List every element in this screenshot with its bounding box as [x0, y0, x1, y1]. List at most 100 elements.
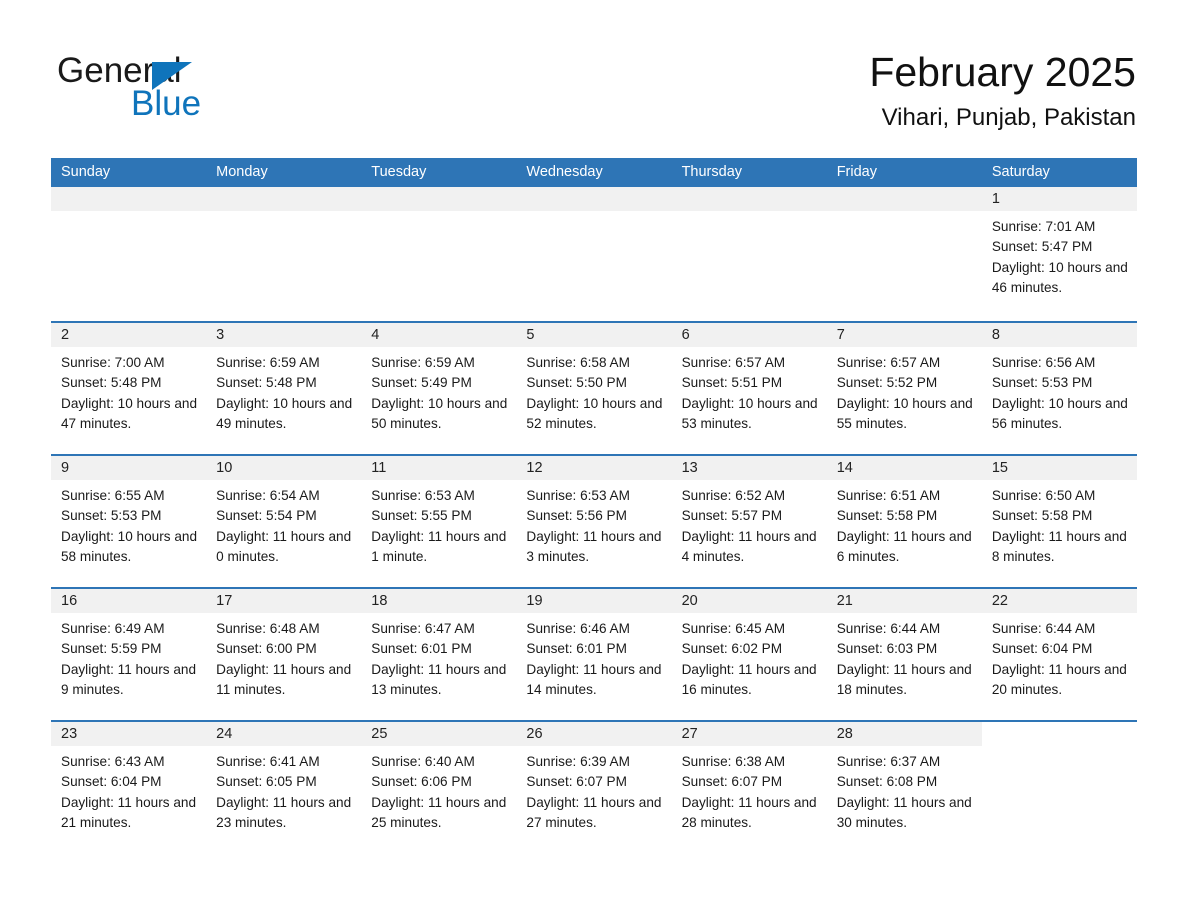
sunset-text: Sunset: 6:07 PM	[526, 774, 627, 790]
sunrise-text: Sunrise: 6:53 AM	[371, 488, 475, 503]
calendar-day-cell[interactable]: 16 Sunrise: 6:49 AM Sunset: 5:59 PM Dayligh…	[51, 589, 207, 720]
sunrise-text: Sunrise: 6:52 AM	[681, 488, 786, 503]
day-number: 18	[361, 589, 517, 613]
sunset-text: Sunset: 5:56 PM	[526, 508, 627, 524]
sunrise-text: Sunrise: 7:00 AM	[61, 355, 165, 370]
calendar-empty-cell	[361, 187, 517, 321]
day-number: 16	[51, 589, 207, 613]
daylight-text: Daylight: 10 hours and 50 minutes.	[371, 395, 508, 431]
calendar-day-cell[interactable]: 6 Sunrise: 6:57 AM Sunset: 5:51 PM Daylight…	[671, 323, 827, 454]
calendar-page: General Blue February 2025 Vihari, Punja…	[0, 0, 1188, 918]
sunset-text: Sunset: 5:51 PM	[681, 375, 783, 391]
day-number: 13	[671, 456, 827, 480]
day-details: Sunrise: 6:47 AM Sunset: 6:01 PM Daylight:…	[361, 613, 516, 700]
calendar-grid: Sunday Monday Tuesday Wednesday Thursday…	[51, 158, 1137, 853]
daylight-text: Daylight: 11 hours and 18 minutes.	[836, 661, 972, 697]
day-number: 8	[981, 323, 1137, 347]
day-number: 24	[206, 722, 362, 746]
day-number	[206, 187, 362, 211]
calendar-day-cell[interactable]: 19 Sunrise: 6:46 AM Sunset: 6:01 PM Dayligh…	[516, 589, 672, 720]
sunset-text: Sunset: 6:01 PM	[371, 641, 472, 657]
calendar-day-cell[interactable]: 22 Sunrise: 6:44 AM Sunset: 6:04 PM Dayligh…	[981, 589, 1137, 720]
sunrise-text: Sunrise: 6:53 AM	[526, 488, 630, 503]
day-number: 5	[516, 323, 672, 347]
calendar-day-cell[interactable]: 27 Sunrise: 6:38 AM Sunset: 6:07 PM Dayligh…	[671, 722, 827, 853]
daylight-text: Daylight: 11 hours and 14 minutes.	[526, 661, 662, 697]
daylight-text: Daylight: 10 hours and 49 minutes.	[216, 395, 353, 431]
sunrise-text: Sunrise: 6:59 AM	[216, 355, 320, 370]
calendar-day-cell[interactable]: 13 Sunrise: 6:52 AM Sunset: 5:57 PM Dayligh…	[671, 456, 827, 587]
day-number: 1	[981, 187, 1137, 211]
sunset-text: Sunset: 6:08 PM	[836, 774, 938, 790]
sunset-text: Sunset: 6:00 PM	[216, 641, 317, 657]
sunset-text: Sunset: 5:55 PM	[371, 508, 472, 524]
day-number: 14	[826, 456, 982, 480]
calendar-day-cell[interactable]: 15 Sunrise: 6:50 AM Sunset: 5:58 PM Dayligh…	[981, 456, 1137, 587]
calendar-day-cell[interactable]: 10 Sunrise: 6:54 AM Sunset: 5:54 PM Dayligh…	[206, 456, 362, 587]
calendar-day-cell[interactable]: 26 Sunrise: 6:39 AM Sunset: 6:07 PM Dayligh…	[516, 722, 672, 853]
daylight-text: Daylight: 11 hours and 13 minutes.	[371, 661, 507, 697]
sunset-text: Sunset: 5:47 PM	[991, 239, 1093, 255]
calendar-day-cell[interactable]: 2 Sunrise: 7:00 AM Sunset: 5:48 PM Daylight…	[51, 323, 207, 454]
calendar-day-cell[interactable]: 8 Sunrise: 6:56 AM Sunset: 5:53 PM Daylight…	[981, 323, 1137, 454]
day-details: Sunrise: 6:55 AM Sunset: 5:53 PM Daylight:…	[51, 480, 206, 567]
calendar-day-cell[interactable]: 14 Sunrise: 6:51 AM Sunset: 5:58 PM Dayligh…	[826, 456, 982, 587]
day-number: 23	[51, 722, 207, 746]
daylight-text: Daylight: 10 hours and 52 minutes.	[526, 395, 663, 431]
sunrise-text: Sunrise: 6:47 AM	[371, 621, 475, 636]
calendar-day-cell[interactable]: 9 Sunrise: 6:55 AM Sunset: 5:53 PM Daylight…	[51, 456, 207, 587]
daylight-text: Daylight: 10 hours and 53 minutes.	[681, 395, 818, 431]
daylight-text: Daylight: 11 hours and 8 minutes.	[991, 528, 1127, 564]
daylight-text: Daylight: 10 hours and 47 minutes.	[61, 395, 198, 431]
calendar-day-cell[interactable]: 24 Sunrise: 6:41 AM Sunset: 6:05 PM Dayligh…	[206, 722, 362, 853]
day-details: Sunrise: 6:59 AM Sunset: 5:49 PM Daylight:…	[361, 347, 516, 434]
sunset-text: Sunset: 6:02 PM	[681, 641, 783, 657]
calendar-week-row: 1 Sunrise: 7:01 AM Sunset: 5:47 PM Daylight…	[51, 187, 1137, 321]
sunset-text: Sunset: 5:49 PM	[371, 375, 472, 391]
sunrise-text: Sunrise: 6:41 AM	[216, 754, 320, 769]
sunrise-text: Sunrise: 6:40 AM	[371, 754, 475, 769]
sunset-text: Sunset: 5:59 PM	[61, 641, 162, 657]
daylight-text: Daylight: 11 hours and 28 minutes.	[681, 794, 817, 830]
calendar-day-cell[interactable]: 4 Sunrise: 6:59 AM Sunset: 5:49 PM Daylight…	[361, 323, 517, 454]
daylight-text: Daylight: 11 hours and 21 minutes.	[61, 794, 197, 830]
daylight-text: Daylight: 10 hours and 58 minutes.	[61, 528, 198, 564]
day-details: Sunrise: 6:57 AM Sunset: 5:52 PM Daylight:…	[827, 347, 982, 434]
calendar-day-cell[interactable]: 11 Sunrise: 6:53 AM Sunset: 5:55 PM Dayligh…	[361, 456, 517, 587]
day-number	[671, 187, 827, 211]
logo-text-blue: Blue	[131, 84, 202, 123]
calendar-day-cell[interactable]: 25 Sunrise: 6:40 AM Sunset: 6:06 PM Dayligh…	[361, 722, 517, 853]
day-number: 4	[361, 323, 517, 347]
day-details: Sunrise: 6:56 AM Sunset: 5:53 PM Daylight:…	[982, 347, 1137, 434]
day-number	[51, 187, 207, 211]
day-details: Sunrise: 6:44 AM Sunset: 6:03 PM Daylight:…	[827, 613, 982, 700]
sunrise-text: Sunrise: 6:51 AM	[836, 488, 941, 503]
daylight-text: Daylight: 11 hours and 3 minutes.	[526, 528, 662, 564]
calendar-day-cell[interactable]: 18 Sunrise: 6:47 AM Sunset: 6:01 PM Dayligh…	[361, 589, 517, 720]
day-details: Sunrise: 6:53 AM Sunset: 5:56 PM Daylight:…	[516, 480, 671, 567]
calendar-day-cell[interactable]: 23 Sunrise: 6:43 AM Sunset: 6:04 PM Dayligh…	[51, 722, 207, 853]
sunrise-text: Sunrise: 6:44 AM	[836, 621, 941, 636]
day-number: 15	[981, 456, 1137, 480]
calendar-day-cell[interactable]: 1 Sunrise: 7:01 AM Sunset: 5:47 PM Daylight…	[981, 187, 1137, 321]
day-number: 12	[516, 456, 672, 480]
calendar-day-cell[interactable]: 3 Sunrise: 6:59 AM Sunset: 5:48 PM Daylight…	[206, 323, 362, 454]
calendar-empty-cell	[206, 187, 362, 321]
calendar-day-cell[interactable]: 12 Sunrise: 6:53 AM Sunset: 5:56 PM Dayligh…	[516, 456, 672, 587]
page-title: February 2025	[869, 49, 1136, 95]
sunrise-text: Sunrise: 6:57 AM	[836, 355, 941, 370]
calendar-day-cell[interactable]: 5 Sunrise: 6:58 AM Sunset: 5:50 PM Daylight…	[516, 323, 672, 454]
sunset-text: Sunset: 5:58 PM	[836, 508, 938, 524]
day-details: Sunrise: 6:59 AM Sunset: 5:48 PM Daylight:…	[206, 347, 361, 434]
day-number: 11	[361, 456, 517, 480]
daylight-text: Daylight: 10 hours and 56 minutes.	[991, 395, 1128, 431]
calendar-day-cell[interactable]: 17 Sunrise: 6:48 AM Sunset: 6:00 PM Dayligh…	[206, 589, 362, 720]
sunrise-text: Sunrise: 6:59 AM	[371, 355, 475, 370]
calendar-day-cell[interactable]: 21 Sunrise: 6:44 AM Sunset: 6:03 PM Dayligh…	[826, 589, 982, 720]
calendar-day-cell[interactable]: 28 Sunrise: 6:37 AM Sunset: 6:08 PM Dayligh…	[826, 722, 982, 853]
sunrise-text: Sunrise: 6:48 AM	[216, 621, 320, 636]
calendar-weeks: 1 Sunrise: 7:01 AM Sunset: 5:47 PM Daylight…	[51, 187, 1137, 853]
calendar-day-cell[interactable]: 20 Sunrise: 6:45 AM Sunset: 6:02 PM Dayligh…	[671, 589, 827, 720]
sunrise-text: Sunrise: 6:38 AM	[681, 754, 786, 769]
calendar-day-cell[interactable]: 7 Sunrise: 6:57 AM Sunset: 5:52 PM Daylight…	[826, 323, 982, 454]
